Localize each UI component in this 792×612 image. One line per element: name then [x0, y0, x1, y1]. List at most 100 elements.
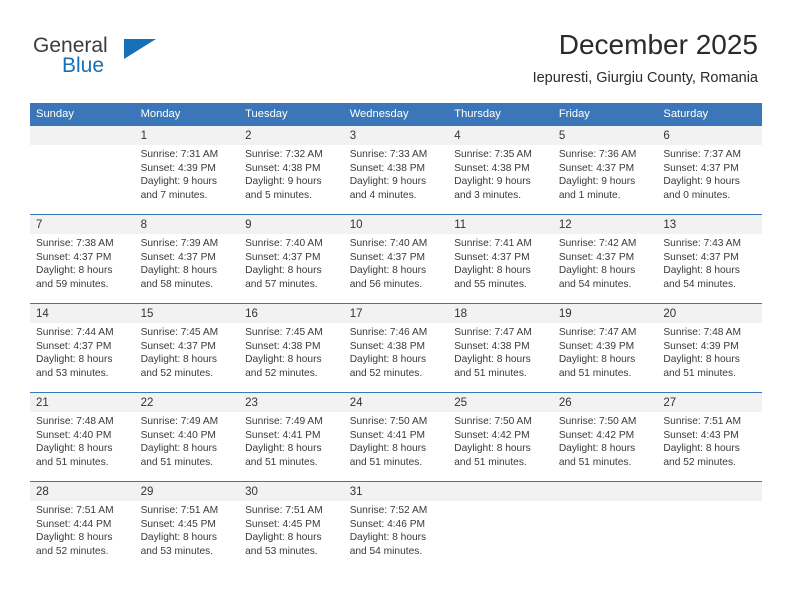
day-detail-lines: Sunrise: 7:48 AM Sunset: 4:39 PM Daylight:…: [657, 323, 762, 380]
calendar-day-cell[interactable]: 25 Sunrise: 7:50 AM Sunset: 4:42 PM Dayligh…: [448, 392, 553, 482]
day-detail-lines: Sunrise: 7:51 AM Sunset: 4:45 PM Daylight:…: [135, 501, 240, 558]
day-detail-lines: Sunrise: 7:51 AM Sunset: 4:43 PM Daylight:…: [657, 412, 762, 469]
weekday-header-friday: Friday: [552, 103, 658, 126]
daylight-text: Daylight: 9 hours: [454, 176, 531, 188]
daylight-text: Daylight: 9 hours: [349, 176, 427, 188]
sunrise-text: Sunrise: 7:36 AM: [558, 149, 637, 160]
daylight-text: Daylight: 8 hours: [454, 443, 531, 455]
calendar-day-cell[interactable]: 8 Sunrise: 7:39 AM Sunset: 4:37 PM Daylight…: [134, 214, 240, 304]
sunset-text: Sunset: 4:37 PM: [36, 340, 112, 352]
day-number: 27: [657, 393, 762, 412]
calendar-day-cell[interactable]: 24 Sunrise: 7:50 AM Sunset: 4:41 PM Dayligh…: [343, 392, 449, 482]
sunrise-text: Sunrise: 7:46 AM: [349, 327, 428, 338]
daylight-text: and 54 minutes.: [558, 278, 632, 290]
calendar-day-cell[interactable]: 27 Sunrise: 7:51 AM Sunset: 4:43 PM Dayligh…: [657, 392, 762, 482]
weekday-header-wednesday: Wednesday: [343, 103, 449, 126]
day-number: 2: [239, 126, 344, 145]
sunrise-text: Sunrise: 7:52 AM: [349, 505, 428, 516]
calendar-day-cell[interactable]: 2 Sunrise: 7:32 AM Sunset: 4:38 PM Daylight…: [239, 125, 344, 215]
day-detail-lines: Sunrise: 7:37 AM Sunset: 4:37 PM Daylight:…: [657, 145, 762, 202]
calendar-day-cell[interactable]: 7 Sunrise: 7:38 AM Sunset: 4:37 PM Daylight…: [30, 214, 135, 304]
calendar-day-cell[interactable]: 9 Sunrise: 7:40 AM Sunset: 4:37 PM Daylight…: [239, 214, 344, 304]
sunrise-text: Sunrise: 7:33 AM: [349, 149, 428, 160]
calendar-day-cell[interactable]: 14 Sunrise: 7:44 AM Sunset: 4:37 PM Dayligh…: [30, 303, 135, 393]
day-detail-lines: Sunrise: 7:35 AM Sunset: 4:38 PM Daylight:…: [448, 145, 553, 202]
calendar-day-cell[interactable]: 18 Sunrise: 7:47 AM Sunset: 4:38 PM Dayligh…: [448, 303, 553, 393]
calendar-day-cell[interactable]: 6 Sunrise: 7:37 AM Sunset: 4:37 PM Daylight…: [657, 125, 762, 215]
daylight-text: and 51 minutes.: [558, 367, 632, 379]
daylight-text: Daylight: 8 hours: [36, 532, 113, 544]
daylight-text: and 53 minutes.: [245, 545, 318, 557]
daylight-text: Daylight: 8 hours: [245, 354, 322, 366]
daylight-text: Daylight: 8 hours: [245, 443, 322, 455]
day-number: 28: [30, 482, 135, 501]
sunrise-text: Sunrise: 7:31 AM: [140, 149, 219, 160]
daylight-text: and 52 minutes.: [245, 367, 318, 379]
calendar-day-cell[interactable]: 26 Sunrise: 7:50 AM Sunset: 4:42 PM Dayligh…: [552, 392, 658, 482]
title-block: December 2025 Iepuresti, Giurgiu County,…: [533, 28, 758, 89]
sunset-text: Sunset: 4:39 PM: [663, 340, 739, 352]
day-number: [657, 482, 762, 501]
day-detail-lines: Sunrise: 7:50 AM Sunset: 4:41 PM Daylight:…: [344, 412, 449, 469]
day-detail-lines: Sunrise: 7:43 AM Sunset: 4:37 PM Daylight:…: [657, 234, 762, 291]
calendar-day-cell[interactable]: 10 Sunrise: 7:40 AM Sunset: 4:37 PM Dayligh…: [343, 214, 449, 304]
calendar-day-cell[interactable]: 29 Sunrise: 7:51 AM Sunset: 4:45 PM Dayligh…: [134, 481, 240, 570]
day-number: 9: [239, 215, 344, 234]
calendar-day-cell[interactable]: 4 Sunrise: 7:35 AM Sunset: 4:38 PM Daylight…: [448, 125, 553, 215]
daylight-text: and 52 minutes.: [140, 367, 214, 379]
sunset-text: Sunset: 4:37 PM: [245, 251, 321, 263]
calendar-week-row: 1 Sunrise: 7:31 AM Sunset: 4:39 PM Daylight…: [30, 125, 762, 215]
day-detail-lines: Sunrise: 7:39 AM Sunset: 4:37 PM Daylight:…: [135, 234, 240, 291]
calendar-day-cell[interactable]: 17 Sunrise: 7:46 AM Sunset: 4:38 PM Dayligh…: [343, 303, 449, 393]
sunrise-text: Sunrise: 7:51 AM: [36, 505, 114, 516]
sunset-text: Sunset: 4:39 PM: [140, 162, 216, 174]
calendar-day-cell[interactable]: 11 Sunrise: 7:41 AM Sunset: 4:37 PM Dayligh…: [448, 214, 553, 304]
calendar-day-cell[interactable]: 16 Sunrise: 7:45 AM Sunset: 4:38 PM Dayligh…: [239, 303, 344, 393]
calendar-day-cell[interactable]: 23 Sunrise: 7:49 AM Sunset: 4:41 PM Dayligh…: [239, 392, 344, 482]
sunrise-text: Sunrise: 7:51 AM: [663, 416, 741, 427]
calendar-day-cell[interactable]: 5 Sunrise: 7:36 AM Sunset: 4:37 PM Daylight…: [552, 125, 658, 215]
calendar-day-cell[interactable]: 1 Sunrise: 7:31 AM Sunset: 4:39 PM Daylight…: [134, 125, 240, 215]
calendar-day-cell[interactable]: 15 Sunrise: 7:45 AM Sunset: 4:37 PM Dayligh…: [134, 303, 240, 393]
sunset-text: Sunset: 4:45 PM: [245, 518, 321, 530]
calendar-day-cell[interactable]: 28 Sunrise: 7:51 AM Sunset: 4:44 PM Dayligh…: [30, 481, 135, 570]
day-detail-lines: Sunrise: 7:31 AM Sunset: 4:39 PM Daylight:…: [135, 145, 240, 202]
daylight-text: and 54 minutes.: [663, 278, 736, 290]
sunset-text: Sunset: 4:37 PM: [140, 251, 216, 263]
day-detail-lines: Sunrise: 7:50 AM Sunset: 4:42 PM Daylight:…: [448, 412, 553, 469]
sunrise-text: Sunrise: 7:51 AM: [245, 505, 323, 516]
day-number: 6: [657, 126, 762, 145]
day-number: [552, 482, 658, 501]
calendar-day-cell[interactable]: 31 Sunrise: 7:52 AM Sunset: 4:46 PM Dayligh…: [343, 481, 449, 570]
general-blue-logo[interactable]: General Blue: [33, 34, 163, 84]
day-detail-lines: Sunrise: 7:52 AM Sunset: 4:46 PM Daylight:…: [344, 501, 449, 558]
calendar-day-cell[interactable]: 20 Sunrise: 7:48 AM Sunset: 4:39 PM Dayligh…: [657, 303, 762, 393]
sunrise-text: Sunrise: 7:37 AM: [663, 149, 741, 160]
daylight-text: Daylight: 9 hours: [558, 176, 636, 188]
day-number: 20: [657, 304, 762, 323]
day-number: 10: [343, 215, 449, 234]
daylight-text: Daylight: 8 hours: [36, 443, 113, 455]
calendar-day-cell[interactable]: 12 Sunrise: 7:42 AM Sunset: 4:37 PM Dayligh…: [552, 214, 658, 304]
day-number: [30, 126, 135, 145]
sunrise-text: Sunrise: 7:32 AM: [245, 149, 323, 160]
calendar-day-cell[interactable]: 13 Sunrise: 7:43 AM Sunset: 4:37 PM Dayligh…: [657, 214, 762, 304]
calendar-day-cell[interactable]: 3 Sunrise: 7:33 AM Sunset: 4:38 PM Daylight…: [343, 125, 449, 215]
calendar-day-cell[interactable]: 30 Sunrise: 7:51 AM Sunset: 4:45 PM Dayligh…: [239, 481, 344, 570]
day-number: 24: [343, 393, 449, 412]
day-number: 31: [343, 482, 449, 501]
calendar-day-cell[interactable]: 19 Sunrise: 7:47 AM Sunset: 4:39 PM Dayligh…: [552, 303, 658, 393]
daylight-text: Daylight: 8 hours: [349, 443, 427, 455]
sunrise-text: Sunrise: 7:45 AM: [140, 327, 219, 338]
sunset-text: Sunset: 4:41 PM: [245, 429, 321, 441]
daylight-text: and 59 minutes.: [36, 278, 109, 290]
sunrise-text: Sunrise: 7:50 AM: [349, 416, 428, 427]
sunset-text: Sunset: 4:37 PM: [349, 251, 426, 263]
sunset-text: Sunset: 4:37 PM: [663, 251, 739, 263]
daylight-text: Daylight: 8 hours: [663, 354, 740, 366]
sunrise-text: Sunrise: 7:48 AM: [663, 327, 741, 338]
day-detail-lines: Sunrise: 7:36 AM Sunset: 4:37 PM Daylight:…: [553, 145, 658, 202]
calendar-day-cell[interactable]: 21 Sunrise: 7:48 AM Sunset: 4:40 PM Dayligh…: [30, 392, 135, 482]
day-detail-lines: [553, 501, 658, 504]
calendar-day-cell[interactable]: 22 Sunrise: 7:49 AM Sunset: 4:40 PM Dayligh…: [134, 392, 240, 482]
